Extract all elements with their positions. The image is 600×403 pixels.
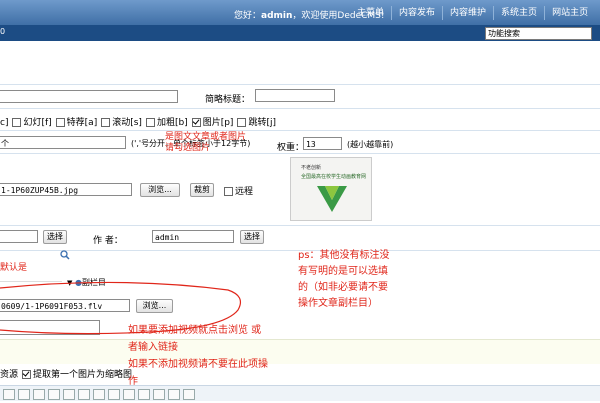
attr-scroll-label: 滚动[s]	[112, 118, 142, 128]
toolbar-undo-icon[interactable]	[93, 389, 105, 400]
first-pic-label: 提取第一个图片为缩略图	[33, 370, 133, 380]
title-input[interactable]	[0, 90, 178, 103]
picture-hint-line-2: 请勾选图片	[165, 143, 211, 153]
author-select-button[interactable]: 选择	[240, 230, 264, 244]
attr-picture-checkbox[interactable]	[191, 118, 201, 127]
weight-hint: (越小越靠前)	[347, 140, 394, 149]
remote-checkbox[interactable]	[224, 187, 233, 196]
attr-recommend-checkbox[interactable]	[55, 118, 65, 127]
toolbar-table-icon[interactable]	[168, 389, 180, 400]
divider	[0, 225, 600, 226]
top-header: 您好：admin，欢迎使用DedeCMS! 主菜单 内容发布 内容维护 系统主页 网站主…	[0, 0, 600, 25]
author-label: 作 者：	[93, 236, 123, 246]
divider	[0, 84, 600, 85]
attr-bold-label: 加粗[b]	[156, 118, 188, 128]
source-input[interactable]	[0, 230, 38, 243]
short-title-input[interactable]	[255, 89, 335, 102]
thumbnail-line-1: 不老创新	[301, 165, 322, 171]
crop-button[interactable]: 裁剪	[190, 183, 214, 197]
weight-input[interactable]: 13	[303, 137, 342, 150]
sub-header-text: 0	[0, 27, 6, 36]
toolbar-find-icon[interactable]	[123, 389, 135, 400]
toolbar-link-icon[interactable]	[183, 389, 195, 400]
thumbnail-line-2: 全国最高在校学生动画教育网	[301, 174, 367, 180]
video-hint-line-4: 作	[128, 376, 138, 387]
nav-main-menu[interactable]: 主菜单	[350, 6, 391, 20]
remote-option: 远程	[220, 184, 253, 197]
attr-recommend-label: 特荐[a]	[66, 118, 98, 128]
ps-note-line-3: 的（如非必要请不要	[298, 282, 388, 293]
ps-note-line-4: 操作文章副栏目）	[298, 298, 378, 309]
ps-note-line-2: 有写明的是可以选填	[298, 266, 388, 277]
author-input[interactable]: admin	[152, 230, 234, 243]
thumbnail-preview: 不老创新 全国最高在校学生动画教育网	[290, 157, 372, 221]
short-title-label: 简略标题：	[205, 95, 251, 105]
divider	[0, 130, 600, 131]
nav-site-home[interactable]: 网站主页	[544, 6, 595, 20]
attr-flash-label: 幻灯[f]	[23, 118, 52, 128]
top-nav: 主菜单 内容发布 内容维护 系统主页 网站主页	[350, 6, 595, 20]
litpic-browse-button[interactable]: 浏览...	[140, 183, 180, 197]
toolbar-save-icon[interactable]	[18, 389, 30, 400]
attr-picture-label: 图片[p]	[202, 118, 234, 128]
nav-maintain[interactable]: 内容维护	[442, 6, 493, 20]
attribute-checkboxes: c] 幻灯[f] 特荐[a] 滚动[s] 加粗[b] 图片[p] 跳转[j]	[0, 115, 276, 128]
toolbar-flash-icon[interactable]	[153, 389, 165, 400]
editor-toolbar	[0, 385, 600, 401]
first-pic-checkbox[interactable]	[22, 370, 32, 379]
ps-note-line-1: ps：其他没有标注没	[298, 250, 390, 261]
divider	[0, 153, 600, 154]
search-icon[interactable]	[60, 250, 70, 263]
attr-jump-checkbox[interactable]	[237, 118, 247, 127]
attr-bold-checkbox[interactable]	[145, 118, 155, 127]
toolbar-source-icon[interactable]	[3, 389, 15, 400]
toolbar-redo-icon[interactable]	[108, 389, 120, 400]
divider	[0, 108, 600, 109]
video-hint-line-3: 如果不添加视频请不要在此项操	[128, 359, 268, 370]
litpic-input[interactable]: 1-1P60ZUP45B.jpg	[0, 183, 132, 196]
weight-label: 权重：	[277, 143, 305, 153]
nav-publish[interactable]: 内容发布	[391, 6, 442, 20]
source-select-button[interactable]: 选择	[43, 230, 67, 244]
toolbar-cut-icon[interactable]	[48, 389, 60, 400]
attr-jump-label: 跳转[j]	[248, 118, 276, 128]
default-text: 默认是	[0, 263, 28, 273]
nav-system-home[interactable]: 系统主页	[493, 6, 544, 20]
remote-label: 远程	[235, 187, 254, 197]
toolbar-image-icon[interactable]	[138, 389, 150, 400]
attr-a-label: c]	[0, 118, 9, 128]
notice-area	[0, 339, 600, 364]
remote-resource-label: 资源	[0, 370, 19, 380]
toolbar-preview-icon[interactable]	[33, 389, 45, 400]
download-options: 资源 提取第一个图片为缩略图	[0, 367, 132, 380]
toolbar-paste-icon[interactable]	[78, 389, 90, 400]
thumbnail-logo-icon	[317, 186, 347, 212]
video-hint-line-1: 如果要添加视频就点击浏览 或	[128, 325, 262, 336]
toolbar-copy-icon[interactable]	[63, 389, 75, 400]
video-hint-line-2: 者输入链接	[128, 342, 178, 353]
attr-scroll-checkbox[interactable]	[101, 118, 111, 127]
attr-flash-checkbox[interactable]	[12, 118, 22, 127]
search-input[interactable]: 功能搜索	[485, 27, 592, 40]
keywords-input[interactable]: 个	[0, 136, 126, 149]
